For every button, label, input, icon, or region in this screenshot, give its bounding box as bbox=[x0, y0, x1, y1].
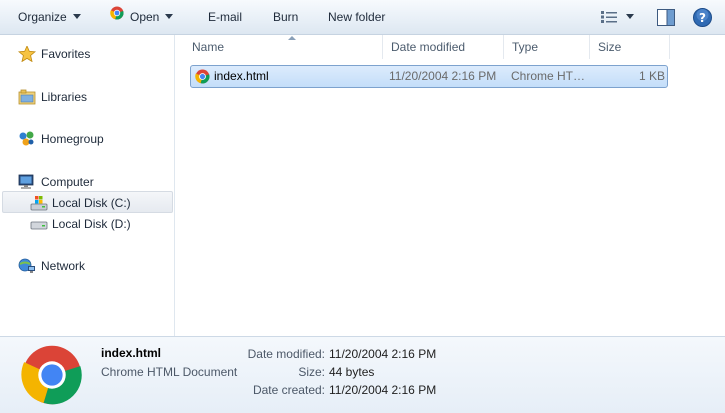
details-value-date-created: 11/20/2004 2:16 PM bbox=[329, 383, 437, 397]
details-file-name: index.html bbox=[101, 346, 162, 360]
star-icon bbox=[18, 44, 36, 63]
column-header-date-modified[interactable]: Date modified bbox=[383, 35, 504, 59]
nav-label-favorites: Favorites bbox=[41, 47, 91, 61]
views-icon bbox=[601, 10, 620, 24]
details-label-size: Size: bbox=[298, 365, 325, 379]
explorer-window: Organize Open E-mail Burn New folder ? F… bbox=[0, 0, 725, 413]
svg-text:?: ? bbox=[699, 11, 706, 25]
details-value-size: 44 bytes bbox=[329, 365, 375, 379]
file-size: 1 KB bbox=[638, 69, 665, 83]
details-pane: index.html Chrome HTML Document Date mod… bbox=[0, 336, 725, 413]
organize-label: Organize bbox=[18, 10, 67, 24]
preview-pane-icon bbox=[657, 9, 675, 29]
command-bar: Organize Open E-mail Burn New folder ? bbox=[0, 0, 725, 35]
chrome-icon bbox=[110, 0, 124, 34]
column-header-type[interactable]: Type bbox=[504, 35, 590, 59]
file-row-index-html[interactable]: index.html 11/20/2004 2:16 PM Chrome HT…… bbox=[190, 65, 668, 88]
libraries-icon bbox=[18, 89, 36, 105]
file-date-modified: 11/20/2004 2:16 PM bbox=[389, 69, 497, 83]
column-header-size[interactable]: Size bbox=[590, 35, 670, 59]
nav-label-libraries: Libraries bbox=[41, 90, 88, 104]
computer-icon bbox=[18, 174, 36, 190]
open-label: Open bbox=[130, 10, 160, 24]
open-button[interactable]: Open bbox=[110, 0, 174, 35]
burn-button[interactable]: Burn bbox=[273, 0, 298, 35]
column-header-name-label: Name bbox=[192, 40, 225, 54]
nav-label-network: Network bbox=[41, 259, 86, 273]
nav-label-homegroup: Homegroup bbox=[41, 132, 104, 146]
organize-button[interactable]: Organize bbox=[18, 0, 81, 35]
help-icon: ? bbox=[693, 8, 712, 30]
system-drive-icon bbox=[30, 195, 48, 211]
file-type: Chrome HT… bbox=[511, 69, 586, 83]
details-label-date-created: Date created: bbox=[252, 383, 325, 397]
sort-ascending-icon bbox=[288, 36, 296, 40]
nav-label-computer: Computer bbox=[41, 175, 94, 189]
chevron-down-icon bbox=[165, 14, 174, 20]
nav-label-local-disk-d: Local Disk (D:) bbox=[52, 217, 131, 231]
help-button[interactable]: ? bbox=[693, 8, 712, 27]
chrome-icon bbox=[195, 69, 210, 87]
homegroup-icon bbox=[18, 131, 36, 147]
email-button[interactable]: E-mail bbox=[208, 0, 242, 35]
file-list: Name Date modified Type Size index.html … bbox=[176, 35, 725, 336]
change-view-button[interactable] bbox=[601, 0, 635, 35]
details-value-date-modified: 11/20/2004 2:16 PM bbox=[329, 347, 437, 361]
chevron-down-icon bbox=[72, 14, 81, 20]
nav-label-local-disk-c: Local Disk (C:) bbox=[52, 196, 131, 210]
network-icon bbox=[18, 258, 36, 274]
chevron-down-icon bbox=[626, 14, 635, 20]
navigation-pane: Favorites Libraries Homegroup Computer L… bbox=[0, 35, 175, 336]
drive-icon bbox=[30, 216, 48, 232]
new-folder-button[interactable]: New folder bbox=[328, 0, 385, 35]
preview-pane-button[interactable] bbox=[657, 9, 675, 26]
chrome-icon bbox=[21, 344, 83, 409]
details-label-date-modified: Date modified: bbox=[247, 347, 325, 361]
column-header-name[interactable]: Name bbox=[184, 35, 383, 59]
file-name: index.html bbox=[214, 69, 269, 83]
